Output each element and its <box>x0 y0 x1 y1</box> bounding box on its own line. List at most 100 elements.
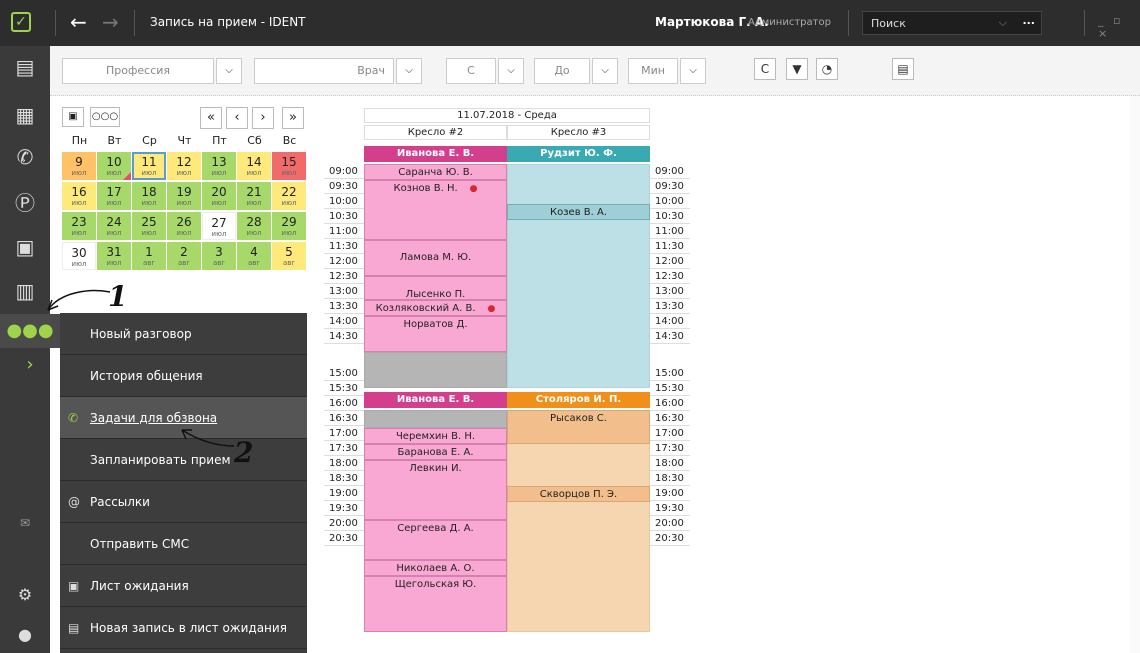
today-calendar-icon[interactable]: ▣ <box>62 107 84 127</box>
appointment[interactable]: Козев В. А. <box>507 204 650 220</box>
weekday: Сб <box>247 134 262 147</box>
double-chevron-right-icon[interactable]: » <box>282 107 304 129</box>
appointment[interactable]: Рысаков С. <box>507 410 650 444</box>
calendar-day[interactable]: 24 июл <box>97 212 131 240</box>
chevron-right-icon[interactable]: › <box>252 107 274 129</box>
menu-item-send-sms[interactable]: Отправить СМС <box>60 523 307 565</box>
calendar-day[interactable]: 9 июл <box>62 152 96 180</box>
calendar-day[interactable]: 27 июл <box>202 212 236 240</box>
doctor-select[interactable]: Врач <box>254 58 394 84</box>
calendar-day[interactable]: 30 июл <box>62 242 96 270</box>
calendar-day[interactable]: 28 июл <box>237 212 271 240</box>
timer-icon[interactable]: ◔ <box>816 58 838 80</box>
weekday: Вт <box>107 134 122 147</box>
calendar-day-selected[interactable]: 11 июл <box>132 152 166 180</box>
calendar-icon[interactable]: ▦ <box>12 102 38 128</box>
calendar-day[interactable]: 3 авг <box>202 242 236 270</box>
calendar-day[interactable]: 2 авг <box>167 242 201 270</box>
weekday: Чт <box>177 134 192 147</box>
phone-icon[interactable]: ✆ <box>12 144 38 170</box>
calendar-day[interactable]: 16 июл <box>62 182 96 210</box>
chevron-down-icon[interactable]: ⌵ <box>680 58 706 84</box>
appointment[interactable]: Сергеева Д. А. <box>364 520 507 560</box>
blocked-slot[interactable] <box>364 352 507 388</box>
user-icon[interactable]: ● <box>12 622 38 648</box>
chevron-down-icon[interactable]: ⌵ <box>396 58 422 84</box>
notes-icon[interactable]: ▤ <box>892 58 914 80</box>
menu-item-history[interactable]: История общения <box>60 355 307 397</box>
chevron-left-icon[interactable]: ‹ <box>226 107 248 129</box>
double-chevron-left-icon[interactable]: « <box>200 107 222 129</box>
doctor-shift[interactable]: Иванова Е. В. <box>364 146 507 162</box>
calendar-day[interactable]: 21 июл <box>237 182 271 210</box>
calendar-day[interactable]: 23 июл <box>62 212 96 240</box>
weekday: Ср <box>142 134 157 147</box>
appointment[interactable]: Ламова М. Ю. <box>364 240 507 276</box>
calendar-day[interactable]: 13 июл <box>202 152 236 180</box>
calendar-day[interactable]: 10 июл <box>97 152 131 180</box>
doctor-shift[interactable]: Рудзит Ю. Ф. <box>507 146 650 162</box>
window-controls[interactable]: _ ▫ × <box>1098 14 1140 40</box>
chevron-down-icon[interactable]: ⌵ <box>498 58 524 84</box>
calendar-week: 23 июл 24 июл 25 июл 26 июл 27 июл 28 июл 29 ию… <box>62 212 307 242</box>
calendar-day[interactable]: 17 июл <box>97 182 131 210</box>
chevron-down-icon[interactable]: ⌵ <box>592 58 618 84</box>
appointment[interactable]: Баранова Е. А. <box>364 444 507 460</box>
doctor-shift[interactable]: Столяров И. П. <box>507 392 650 408</box>
blocked-slot[interactable] <box>364 410 507 428</box>
payment-icon[interactable]: Ⓟ <box>12 190 38 216</box>
appointment[interactable]: Кознов В. Н. ● <box>364 180 507 240</box>
app-logo-icon[interactable]: ✓ <box>11 12 31 32</box>
chevron-down-icon[interactable]: ⌵ <box>216 58 242 84</box>
calendar-day[interactable]: 20 июл <box>202 182 236 210</box>
calendar-week: 16 июл 17 июл 18 июл 19 июл 20 июл 21 июл 22 ию… <box>62 182 307 212</box>
weekday: Пт <box>212 134 227 147</box>
appointment[interactable]: Саранча Ю. В. <box>364 164 507 180</box>
calendar-day[interactable]: 29 июл <box>272 212 306 240</box>
schedule-board-icon[interactable]: ▤ <box>12 54 38 80</box>
calendar-day[interactable]: 18 июл <box>132 182 166 210</box>
filter-toolbar: Профессия ⌵ Врач ⌵ С ⌵ До ⌵ Мин ⌵ C ▼ ◔ … <box>50 46 1140 96</box>
gear-icon[interactable]: ⚙ <box>12 582 38 608</box>
time-from-select[interactable]: С <box>446 58 496 84</box>
time-to-select[interactable]: До <box>534 58 590 84</box>
doctor-shift[interactable]: Иванова Е. В. <box>364 392 507 408</box>
search-more-button[interactable]: ... <box>1022 14 1035 27</box>
calendar-day[interactable]: 5 авг <box>272 242 306 270</box>
calendar-day[interactable]: 25 июл <box>132 212 166 240</box>
forward-arrow-icon[interactable]: → <box>102 10 119 34</box>
chevron-down-icon[interactable]: ⌵ <box>999 16 1007 30</box>
profession-select[interactable]: Профессия <box>62 58 214 84</box>
menu-item-waiting-list[interactable]: ▣ Лист ожидания <box>60 565 307 607</box>
appointment[interactable]: Николаев А. О. <box>364 560 507 576</box>
calendar-day[interactable]: 26 июл <box>167 212 201 240</box>
calendar-day[interactable]: 1 авг <box>132 242 166 270</box>
back-arrow-icon[interactable]: ← <box>70 10 87 34</box>
menu-item-mailings[interactable]: @ Рассылки <box>60 481 307 523</box>
appointment[interactable]: Скворцов П. Э. <box>507 486 650 502</box>
calendar-day[interactable]: 14 июл <box>237 152 271 180</box>
calendar-day[interactable]: 12 июл <box>167 152 201 180</box>
main-scrollbar[interactable] <box>1130 96 1140 653</box>
calendar-day[interactable]: 4 авг <box>237 242 271 270</box>
calculator-icon[interactable]: ▣ <box>12 234 38 260</box>
calendar-day[interactable]: 22 июл <box>272 182 306 210</box>
free-slot-area[interactable] <box>507 164 650 388</box>
more-options-icon[interactable]: ○○○ <box>90 107 120 127</box>
clear-filter-icon[interactable]: ▼ <box>786 58 808 80</box>
menu-item-new-waiting-entry[interactable]: ▤ Новая запись в лист ожидания <box>60 607 307 649</box>
refresh-icon[interactable]: C <box>754 58 776 80</box>
mail-icon[interactable]: ✉ <box>12 510 38 536</box>
appointment[interactable]: Норватов Д. <box>364 316 507 352</box>
appointment[interactable]: Черемхин В. Н. <box>364 428 507 444</box>
appointment[interactable]: Козляковский А. В. ● <box>364 300 507 316</box>
calendar-day[interactable]: 19 июл <box>167 182 201 210</box>
calendar-day[interactable]: 31 июл <box>97 242 131 270</box>
calendar-day[interactable]: 15 июл <box>272 152 306 180</box>
appointment[interactable]: Щегольская Ю. <box>364 576 507 632</box>
search-input[interactable]: Поиск ⌵ ... <box>862 11 1042 35</box>
min-duration-select[interactable]: Мин <box>628 58 678 84</box>
calendar-week: 9 июл 10 июл 11 июл 12 июл 13 июл 14 июл 15 июл <box>62 152 307 182</box>
time-column-left: 09:00 09:30 10:00 10:30 11:00 11:30 12:00 12… <box>324 164 364 546</box>
appointment[interactable]: Левкин И. <box>364 460 507 520</box>
